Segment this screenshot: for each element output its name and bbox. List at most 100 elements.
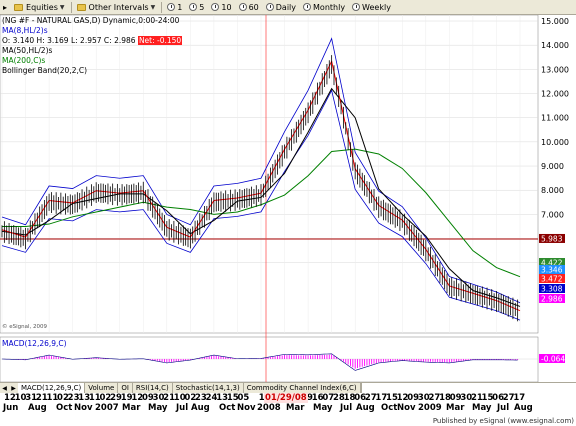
other-intervals-button[interactable]: Other Intervals ▼ [74, 1, 159, 14]
price-badge-label: 3.472 [541, 275, 563, 284]
interval-label: 5 [199, 2, 205, 12]
horizontal-scrollbar[interactable] [360, 383, 576, 393]
net-change-value: Net: -0.150 [137, 36, 183, 45]
price-tick-label: 15.000 [541, 17, 569, 26]
ohlc-readout: O: 3.140 H: 3.169 L: 2.957 C: 2.986 Net:… [2, 36, 183, 45]
equities-button[interactable]: Equities ▼ [11, 1, 68, 14]
month-tick-label: 2007 [95, 403, 119, 413]
chevron-down-icon: ▼ [59, 3, 65, 11]
price-badge-label: 5.983 [541, 234, 563, 243]
interval-10-button[interactable]: 10 [208, 1, 234, 14]
interval-5-button[interactable]: 5 [186, 1, 207, 14]
folder-icon [76, 3, 86, 11]
month-tick-label: May [313, 403, 333, 413]
cursor-date: 01/29/08 [264, 393, 308, 403]
clock-icon [167, 3, 176, 11]
month-tick-label: Oct [381, 403, 398, 413]
month-tick-label: Jun [3, 403, 19, 413]
scroll-right-arrow-icon[interactable]: ▶ [9, 383, 18, 393]
price-axis: 15.000 14.000 13.000 12.000 11.000 10.000 9.00… [541, 17, 569, 268]
price-badge-label: 3.346 [541, 266, 563, 275]
high-value: H: 3.169 [36, 36, 69, 45]
chart-title: (NG #F - NATURAL GAS,D) Dynamic,0:00-24:… [2, 16, 180, 25]
chevron-down-icon: ▼ [150, 3, 156, 11]
scroll-left-arrow-icon[interactable]: ◀ [0, 383, 9, 393]
price-tick-label: 9.000 [541, 162, 564, 171]
clock-icon [303, 3, 312, 11]
day-tick-label: 17 [513, 393, 526, 403]
month-tick-label: Aug [356, 403, 375, 413]
month-tick-label: Aug [191, 403, 210, 413]
price-tick-label: 14.000 [541, 41, 569, 50]
price-badges: 5.9834.4223.3463.4723.3082.986 [539, 233, 565, 304]
watermark: © eSignal, 2009 [2, 324, 48, 330]
interval-daily-button[interactable]: Daily [263, 1, 299, 14]
month-tick-label: Nov [74, 403, 93, 413]
month-tick-label: Nov [397, 403, 416, 413]
toolbar-separator [70, 1, 72, 13]
month-tick-label: Mar [286, 403, 305, 413]
clock-icon [211, 3, 220, 11]
bollinger-legend: Bollinger Band(20,2,C) [2, 66, 88, 75]
close-value: C: 2.986 [103, 36, 136, 45]
day-tick-label: 05 [237, 393, 250, 403]
interval-weekly-button[interactable]: Weekly [349, 1, 394, 14]
month-tick-label: Jul [497, 403, 510, 413]
month-tick-label: Nov [237, 403, 256, 413]
equities-label: Equities [26, 2, 58, 12]
price-badge-label: 3.308 [541, 285, 563, 294]
interval-label: Daily [275, 2, 297, 12]
price-pane [0, 14, 539, 334]
low-value: L: 2.957 [70, 36, 102, 45]
month-tick-label: 2009 [418, 403, 442, 413]
price-tick-label: 8.000 [541, 186, 564, 195]
month-tick-label: Mar [122, 403, 141, 413]
month-tick-label: Mar [446, 403, 465, 413]
interval-label: 1 [177, 2, 183, 12]
month-tick-label: Aug [28, 403, 47, 413]
toolbar: ▸ Equities ▼ Other Intervals ▼ 1 5 10 60… [0, 0, 576, 15]
month-tick-label: Aug [514, 403, 533, 413]
toolbar-separator [161, 1, 163, 13]
macd-legend: MACD(12,26,9,C) [2, 339, 67, 348]
month-tick-label: 2008 [257, 403, 281, 413]
folder-icon [14, 3, 24, 11]
publisher-footer: Published by eSignal (www.esignal.com) [432, 417, 574, 425]
interval-label: 60 [248, 2, 259, 12]
month-tick-label: May [472, 403, 492, 413]
month-tick-label: Jul [176, 403, 189, 413]
tab-stochastic[interactable]: Stochastic(14,1,3) [173, 383, 244, 393]
price-tick-label: 12.000 [541, 90, 569, 99]
interval-1-button[interactable]: 1 [164, 1, 185, 14]
ma200-legend: MA(200,C)s [2, 56, 46, 65]
symbol-menu-label: ▸ [3, 2, 8, 12]
interval-label: Weekly [362, 2, 391, 12]
price-tick-label: 13.000 [541, 65, 569, 74]
tab-rsi[interactable]: RSI(14,C) [133, 383, 173, 393]
open-value: O: 3.140 [2, 36, 35, 45]
price-tick-label: 11.000 [541, 114, 569, 123]
other-intervals-label: Other Intervals [88, 2, 149, 12]
tab-oi[interactable]: OI [118, 383, 133, 393]
price-tick-label: 10.000 [541, 138, 569, 147]
date-axis: 12 10 31 21 11 02 23 13 11 02 29 19 12 09 30 21 10 02 23 24… [0, 393, 540, 415]
tab-macd[interactable]: MACD(12,26,9,C) [18, 383, 86, 393]
interval-60-button[interactable]: 60 [236, 1, 262, 14]
tab-cci[interactable]: Commodity Channel Index(6,C) [244, 383, 361, 393]
tab-volume[interactable]: Volume [85, 383, 119, 393]
indicator-tab-bar: ◀ ▶ MACD(12,26,9,C) Volume OI RSI(14,C) … [0, 382, 576, 393]
month-tick-label: Oct [219, 403, 236, 413]
month-tick-label: Jul [340, 403, 353, 413]
month-tick-label: Oct [56, 403, 73, 413]
price-tick-label: 7.000 [541, 210, 564, 219]
month-tick-label: May [148, 403, 168, 413]
macd-badge-label: -0.064 [541, 355, 565, 364]
clock-icon [238, 3, 247, 11]
ma50-legend: MA(50,HL/2)s [2, 46, 53, 55]
interval-monthly-button[interactable]: Monthly [300, 1, 348, 14]
symbol-menu-button[interactable]: ▸ [0, 1, 10, 14]
clock-icon [352, 3, 361, 11]
interval-label: Monthly [313, 2, 346, 12]
ma8-legend: MA(8,HL/2)s [2, 26, 48, 35]
clock-icon [265, 3, 274, 11]
